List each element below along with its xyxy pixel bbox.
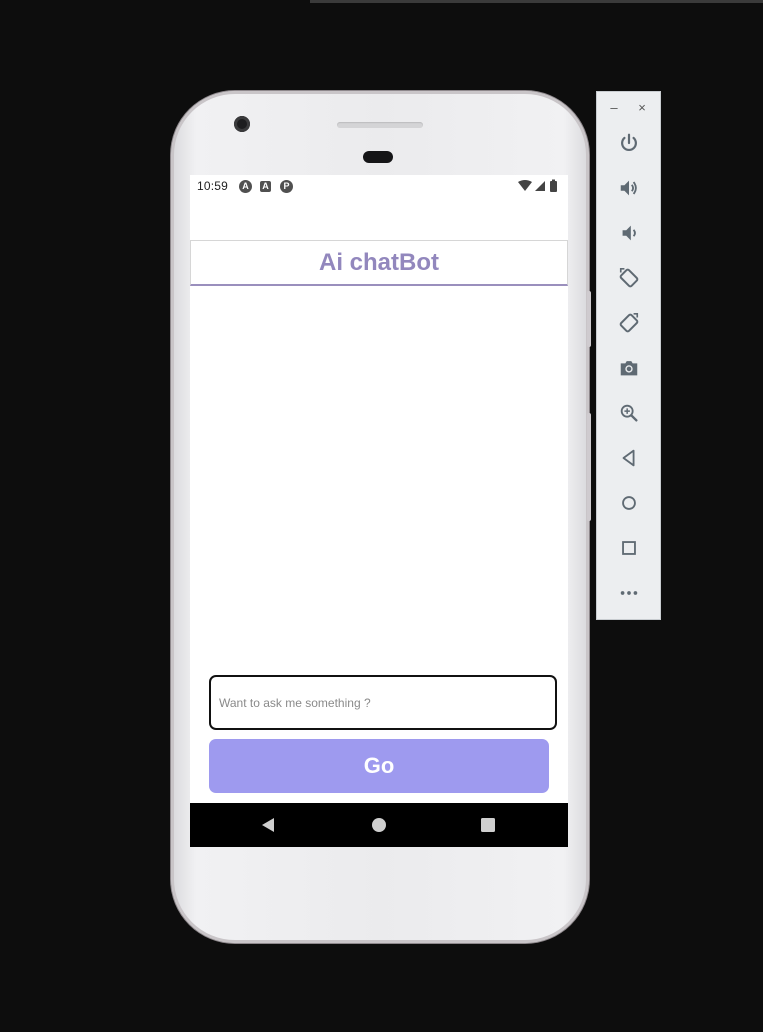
toolbar-window-controls: – × <box>597 100 662 116</box>
rotate-right-icon <box>619 313 639 333</box>
phone-screen: 10:59 A A P Ai chatBot Go <box>190 175 568 847</box>
earpiece-speaker <box>337 122 423 128</box>
back-icon <box>262 818 274 832</box>
screenshot-button[interactable] <box>614 353 644 383</box>
nav-recents-button[interactable] <box>466 803 510 847</box>
overview-button[interactable] <box>614 533 644 563</box>
app-header: Ai chatBot <box>190 240 568 286</box>
close-button[interactable]: × <box>634 100 650 116</box>
window-top-edge <box>310 0 763 3</box>
camera-icon <box>620 361 638 376</box>
overview-icon <box>622 541 636 555</box>
notification-icon: A <box>260 181 271 192</box>
more-button[interactable] <box>614 578 644 608</box>
ask-input[interactable] <box>209 675 557 730</box>
minimize-button[interactable]: – <box>606 100 622 116</box>
power-icon <box>621 133 637 152</box>
phone-volume-button <box>587 413 591 521</box>
notification-icon: P <box>280 180 293 193</box>
phone-frame: 10:59 A A P Ai chatBot Go <box>171 91 591 943</box>
zoom-button[interactable] <box>614 398 644 428</box>
go-button[interactable]: Go <box>209 739 549 793</box>
proximity-sensor <box>363 151 393 163</box>
chat-messages-area[interactable] <box>190 286 568 666</box>
volume-down-button[interactable] <box>614 218 644 248</box>
zoom-icon <box>620 404 638 422</box>
nav-home-button[interactable] <box>357 803 401 847</box>
rotate-left-icon <box>619 268 639 288</box>
home-icon <box>372 818 386 832</box>
volume-up-button[interactable] <box>614 173 644 203</box>
emulator-toolbar: – × <box>596 91 661 620</box>
power-button[interactable] <box>614 128 644 158</box>
wifi-signal-battery-icon <box>518 179 557 192</box>
volume-up-icon <box>620 180 637 196</box>
volume-down-icon <box>622 225 636 241</box>
more-icon <box>620 591 638 595</box>
status-indicators <box>517 179 561 193</box>
rotate-right-button[interactable] <box>614 308 644 338</box>
android-nav-bar <box>190 803 568 847</box>
status-time: 10:59 <box>197 179 229 193</box>
home-icon <box>622 496 636 510</box>
status-bar: 10:59 A A P <box>190 175 568 197</box>
phone-side-button <box>587 291 591 347</box>
home-button[interactable] <box>614 488 644 518</box>
notification-icon: A <box>239 180 252 193</box>
front-camera <box>234 116 250 132</box>
app-title: Ai chatBot <box>319 248 439 276</box>
rotate-left-button[interactable] <box>614 263 644 293</box>
back-button[interactable] <box>614 443 644 473</box>
back-icon <box>622 449 635 467</box>
recents-icon <box>481 818 495 832</box>
nav-back-button[interactable] <box>246 803 290 847</box>
